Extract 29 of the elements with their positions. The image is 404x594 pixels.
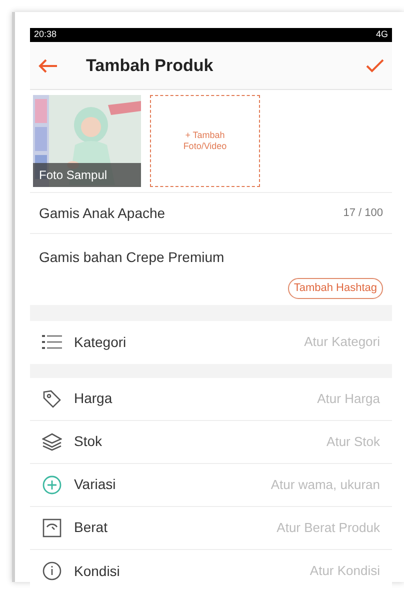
scale-icon: [42, 518, 62, 538]
description-field[interactable]: Gamis bahan Crepe Premium Tambah Hashtag: [30, 234, 392, 304]
field-value: Gamis Anak Apache: [39, 204, 166, 223]
product-name-field[interactable]: Gamis Anak Apache 17 / 100: [30, 193, 392, 234]
info-icon: [42, 561, 62, 581]
page-title: Tambah Produk: [86, 54, 214, 77]
row-label: Stok: [74, 432, 104, 451]
row-label: Kondisi: [74, 562, 121, 580]
back-icon[interactable]: [38, 58, 58, 74]
row-label: Kategori: [74, 332, 128, 352]
layers-icon: [42, 432, 62, 450]
field-value: Gamis bahan Crepe Premium: [39, 248, 226, 267]
row-value: Atur Harga: [317, 390, 381, 408]
row-label: Harga: [74, 389, 114, 408]
status-time: 20:38: [34, 28, 57, 42]
row-value: Atur Kategori: [304, 333, 381, 352]
row-value: Atur Kondisi: [310, 562, 381, 580]
plus-circle-icon: [42, 474, 62, 494]
row-label: Berat: [74, 518, 108, 537]
row-value: Atur wama, ukuran: [270, 476, 381, 494]
check-icon[interactable]: [366, 58, 384, 72]
row-value: Atur Stok: [326, 432, 381, 451]
row-value: Atur Berat Produk: [276, 518, 381, 537]
network-label: 4G: [376, 28, 388, 42]
cover-photo-label: Foto Sampul: [33, 163, 141, 187]
tag-icon: [42, 388, 62, 408]
row-label: Variasi: [74, 475, 117, 494]
char-counter: 17 / 100: [343, 206, 383, 221]
list-icon: [42, 334, 62, 350]
